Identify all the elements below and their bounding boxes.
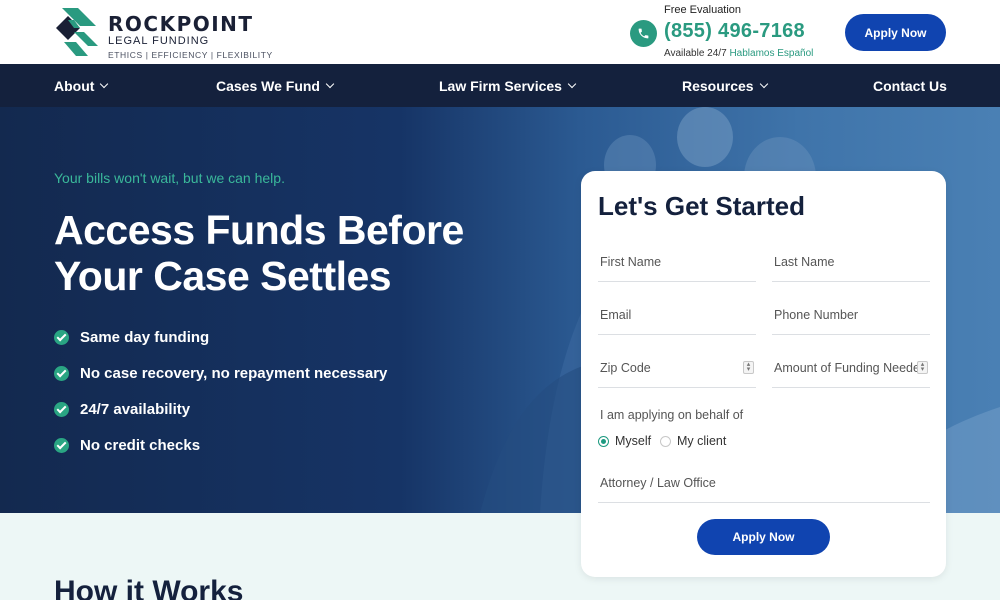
feature-text: No case recovery, no repayment necessary [80, 364, 388, 382]
brand-name: ROCKPOINT [108, 12, 254, 36]
phone-contact: Free Evaluation (855) 496-7168 Available… [630, 4, 840, 62]
nav-item-contact-us[interactable]: Contact Us [873, 64, 947, 107]
feature-item: 24/7 availability [54, 391, 387, 427]
feature-text: No credit checks [80, 436, 201, 454]
feature-list: Same day funding No case recovery, no re… [54, 319, 387, 463]
phone-number-link[interactable]: (855) 496-7168 [664, 20, 805, 43]
phone-icon[interactable] [630, 20, 657, 47]
radio-myself-label: Myself [615, 434, 652, 448]
nav-label: About [54, 77, 95, 94]
nav-label: Resources [682, 77, 754, 94]
feature-text: 24/7 availability [80, 400, 191, 418]
nav-item-about[interactable]: About [54, 64, 109, 107]
hero-title: Access Funds Before Your Case Settles [54, 207, 464, 299]
feature-text: Same day funding [80, 328, 210, 346]
zip-code-field[interactable]: Zip Code ▴ ▾ [598, 348, 756, 388]
chevron-down-icon [759, 79, 768, 88]
availability-hours: Available 24/7 [664, 48, 727, 59]
brand-subname: LEGAL FUNDING [108, 35, 210, 47]
check-circle-icon [54, 401, 69, 417]
nav-label: Cases We Fund [216, 77, 320, 94]
check-circle-icon [54, 329, 69, 345]
attorney-field[interactable]: Attorney / Law Office [598, 463, 930, 503]
chevron-down-icon [567, 79, 577, 88]
apply-now-form-button[interactable]: Apply Now [697, 519, 830, 555]
nav-item-cases-we-fund[interactable]: Cases We Fund [216, 64, 335, 107]
main-nav: About Cases We Fund Law Firm Services Re… [0, 64, 1000, 107]
chevron-down-icon [325, 79, 335, 88]
free-evaluation-label: Free Evaluation [664, 4, 742, 16]
last-name-field[interactable]: Last Name [772, 242, 930, 282]
rockpoint-logo-icon [56, 8, 98, 56]
nav-item-resources[interactable]: Resources [682, 64, 768, 107]
first-name-field[interactable]: First Name [598, 242, 756, 282]
number-spinner-icon[interactable]: ▴ ▾ [743, 361, 754, 374]
spanish-link[interactable]: Hablamos Español [729, 48, 813, 59]
brand-tagline: ETHICS | EFFICIENCY | FLEXIBILITY [108, 50, 273, 60]
radio-myself[interactable]: Myself [598, 434, 651, 448]
phone-number-field[interactable]: Phone Number [772, 295, 930, 335]
apply-now-header-button[interactable]: Apply Now [845, 14, 946, 51]
nav-label: Contact Us [873, 77, 947, 94]
behalf-label: I am applying on behalf of [600, 408, 744, 422]
email-field[interactable]: Email [598, 295, 756, 335]
radio-my-client[interactable]: My client [660, 434, 726, 448]
radio-selected-icon[interactable] [598, 435, 609, 447]
radio-unselected-icon[interactable] [660, 435, 671, 447]
logo[interactable]: ROCKPOINT LEGAL FUNDING ETHICS | EFFICIE… [54, 6, 294, 60]
form-title: Let's Get Started [598, 191, 806, 221]
nav-label: Law Firm Services [439, 77, 562, 94]
site-header: ROCKPOINT LEGAL FUNDING ETHICS | EFFICIE… [0, 0, 1000, 64]
funding-amount-field[interactable]: Amount of Funding Needed ▴ ▾ [772, 348, 930, 388]
application-form: Let's Get Started First Name Last Name E… [581, 171, 946, 577]
radio-my-client-label: My client [677, 434, 727, 448]
nav-item-law-firm-services[interactable]: Law Firm Services [439, 64, 577, 107]
feature-item: Same day funding [54, 319, 387, 355]
check-circle-icon [54, 365, 69, 381]
hero-tagline: Your bills won't wait, but we can help. [54, 170, 285, 186]
chevron-down-icon [100, 79, 109, 88]
how-it-works-title: How it Works [54, 575, 244, 600]
number-spinner-icon[interactable]: ▴ ▾ [917, 361, 928, 374]
feature-item: No credit checks [54, 427, 387, 463]
check-circle-icon [54, 437, 69, 453]
availability-text: Available 24/7 Hablamos Español [664, 48, 813, 59]
funding-amount-placeholder: Amount of Funding Needed [774, 360, 927, 375]
zip-code-placeholder: Zip Code [600, 360, 651, 375]
feature-item: No case recovery, no repayment necessary [54, 355, 387, 391]
